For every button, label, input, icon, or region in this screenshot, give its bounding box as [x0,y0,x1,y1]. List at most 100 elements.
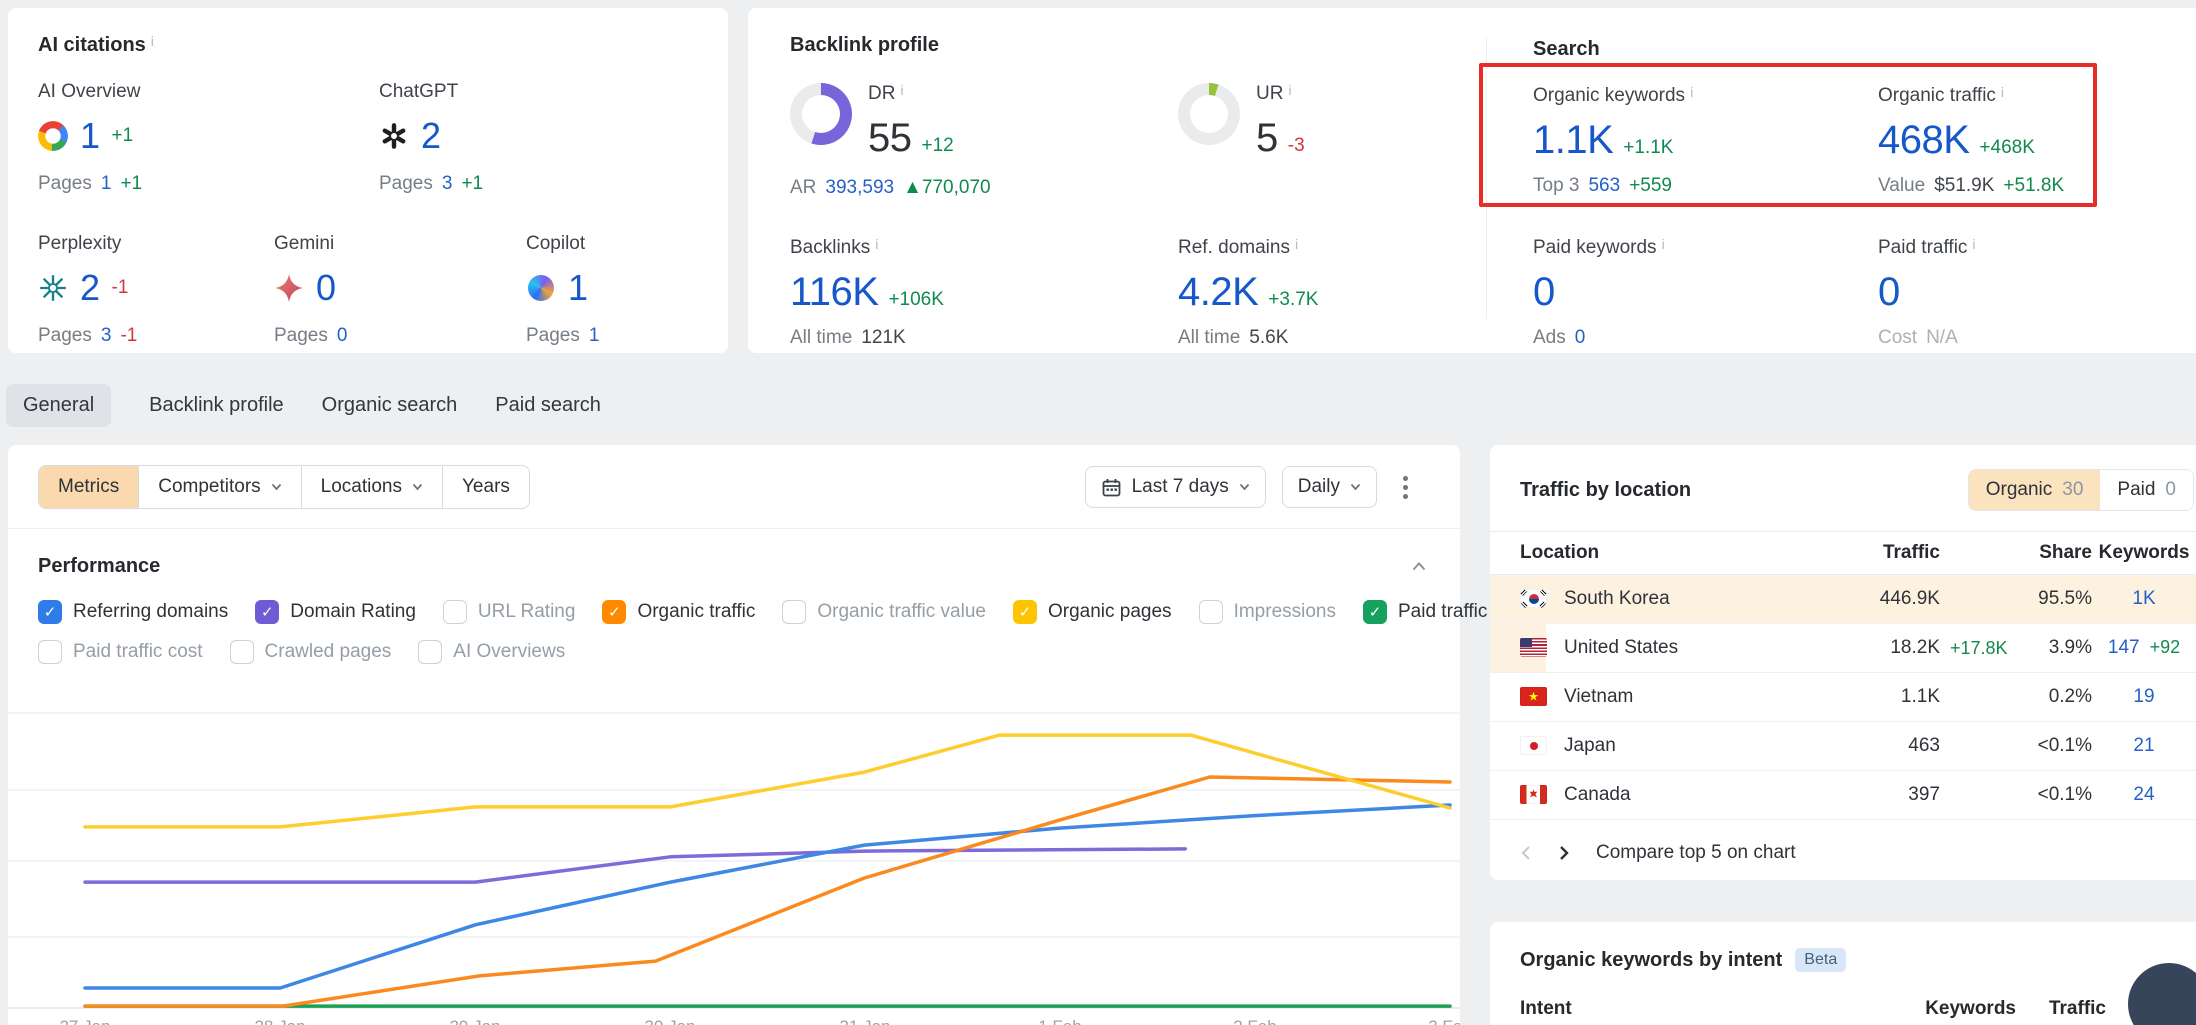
share-value: 95.5% [2006,588,2092,610]
keywords-link[interactable]: 147 [2108,637,2140,658]
filter-years[interactable]: Years [442,466,529,508]
location-name: South Korea [1564,588,1800,610]
info-icon[interactable]: i [1972,237,1975,251]
metric-checkbox-organic-traffic-value[interactable]: Organic traffic value [782,600,986,624]
more-options-icon[interactable] [1393,470,1418,505]
tab-backlink-profile[interactable]: Backlink profile [149,384,284,427]
collapse-chevron-icon[interactable] [1412,562,1426,571]
metric-checkbox-impressions[interactable]: Impressions [1199,600,1336,624]
info-icon[interactable]: i [900,83,903,97]
share-value: 3.9% [2006,637,2092,659]
traffic-value: 463 [1800,735,1940,757]
checkbox-checked-icon[interactable]: ✓ [1363,600,1387,624]
keywords-link[interactable]: 19 [2133,686,2154,707]
checkbox-checked-icon[interactable]: ✓ [38,600,62,624]
metric-checkbox-referring-domains[interactable]: ✓Referring domains [38,600,228,624]
info-icon[interactable]: i [1662,237,1665,251]
info-icon[interactable]: i [1288,83,1291,97]
checkbox-checked-icon[interactable]: ✓ [255,600,279,624]
gemini-icon [274,273,304,303]
backlink-profile-section: Backlink profile DRi 55 +12 URi 5 [748,8,1486,353]
paid-keywords-value[interactable]: 0 [1533,271,1555,313]
ur-donut-chart [1178,83,1240,145]
chatgpt-count[interactable]: 2 [421,117,441,155]
info-icon[interactable]: i [2001,85,2004,99]
metric-checkbox-url-rating[interactable]: URL Rating [443,600,576,624]
gemini-count[interactable]: 0 [316,269,336,307]
metric-ref-domains: Ref. domainsi 4.2K +3.7K All time 5.6K [1178,237,1486,349]
location-name: Japan [1564,735,1800,757]
google-icon [38,121,68,151]
svg-text:27 Jan: 27 Jan [59,1017,110,1025]
traffic-value: 446.9K [1800,588,1940,610]
metric-checkbox-row-1: ✓Referring domains ✓Domain Rating URL Rati… [8,600,1460,624]
metric-checkbox-paid-traffic[interactable]: ✓Paid traffic [1363,600,1487,624]
organic-keywords-value[interactable]: 1.1K [1533,119,1613,161]
tab-general[interactable]: General [6,384,111,427]
toggle-paid[interactable]: Paid 0 [2100,470,2193,510]
traffic-delta: +17.8K [1940,638,2006,659]
perplexity-count[interactable]: 2 [80,269,100,307]
backlink-search-card: Backlink profile DRi 55 +12 URi 5 [748,8,2196,353]
checkbox-unchecked-icon[interactable] [782,600,806,624]
traffic-by-location-title: Traffic by location [1520,479,1691,502]
checkbox-checked-icon[interactable]: ✓ [602,600,626,624]
tab-organic-search[interactable]: Organic search [322,384,458,427]
keywords-link[interactable]: 21 [2133,735,2154,756]
location-table-header: Location Traffic Share Keywords [1490,531,2196,575]
location-row-vietnam: Vietnam1.1K0.2%19 [1490,673,2196,722]
svg-text:30 Jan: 30 Jan [644,1017,695,1025]
keywords-by-intent-card: Organic keywords by intent Beta Intent K… [1490,922,2196,1025]
performance-title: Performance [38,555,160,578]
metric-organic-keywords: Organic keywordsi 1.1K +1.1K Top 3 563 +… [1533,85,1878,197]
next-page-icon[interactable] [1558,845,1570,861]
metric-checkbox-organic-pages[interactable]: ✓Organic pages [1013,600,1172,624]
metric-gemini: Gemini 0 Pages 0 [274,233,526,347]
filter-metrics[interactable]: Metrics [39,466,138,508]
toggle-organic[interactable]: Organic 30 [1969,470,2101,510]
date-range-button[interactable]: Last 7 days [1085,466,1266,508]
beta-badge: Beta [1795,948,1846,972]
checkbox-checked-icon[interactable]: ✓ [1013,600,1037,624]
location-row-south-korea: South Korea446.9K 95.5% 1K [1490,575,2196,624]
report-tabs: General Backlink profile Organic search … [6,384,601,427]
filter-segments: Metrics Competitors Locations Years [38,465,530,509]
ai-overview-count[interactable]: 1 [80,117,100,155]
copilot-count[interactable]: 1 [568,269,588,307]
ca-flag-icon [1520,785,1547,804]
chevron-down-icon [1350,483,1361,491]
location-row-canada: Canada397<0.1%24 [1490,771,2196,820]
paid-traffic-value[interactable]: 0 [1878,271,1900,313]
svg-text:31 Jan: 31 Jan [839,1017,890,1025]
chevron-down-icon [412,483,423,491]
location-name: United States [1564,637,1800,659]
svg-text:1 Feb: 1 Feb [1038,1017,1081,1025]
info-icon[interactable]: i [1295,237,1298,251]
metric-copilot: Copilot 1 Pages 1 [526,233,728,347]
keywords-link[interactable]: 1K [2132,588,2155,609]
metric-ai-overview: AI Overview 1 +1 Pages 1 +1 [38,81,379,195]
info-icon[interactable]: i [875,237,878,251]
organic-traffic-value[interactable]: 468K [1878,119,1969,161]
metric-checkbox-domain-rating[interactable]: ✓Domain Rating [255,600,416,624]
filter-competitors[interactable]: Competitors [138,466,300,508]
perplexity-icon [38,273,68,303]
prev-page-icon[interactable] [1520,845,1532,861]
keywords-delta: +92 [2140,637,2181,657]
keywords-link[interactable]: 24 [2133,784,2154,805]
metric-checkbox-organic-traffic[interactable]: ✓Organic traffic [602,600,755,624]
info-icon[interactable]: i [1690,85,1693,99]
info-icon[interactable]: i [151,34,154,48]
tab-paid-search[interactable]: Paid search [495,384,601,427]
checkbox-unchecked-icon[interactable] [1199,600,1223,624]
checkbox-unchecked-icon[interactable] [443,600,467,624]
kr-flag-icon [1520,589,1547,608]
compare-top5-link[interactable]: Compare top 5 on chart [1596,842,1796,864]
svg-text:29 Jan: 29 Jan [449,1017,500,1025]
ahrefs-rank: AR 393,593 ▲770,070 [790,177,1486,199]
backlinks-value[interactable]: 116K [790,271,878,313]
copilot-pages: Pages 1 [526,325,728,347]
granularity-button[interactable]: Daily [1282,466,1377,508]
filter-locations[interactable]: Locations [301,466,442,508]
ref-domains-value[interactable]: 4.2K [1178,271,1258,313]
